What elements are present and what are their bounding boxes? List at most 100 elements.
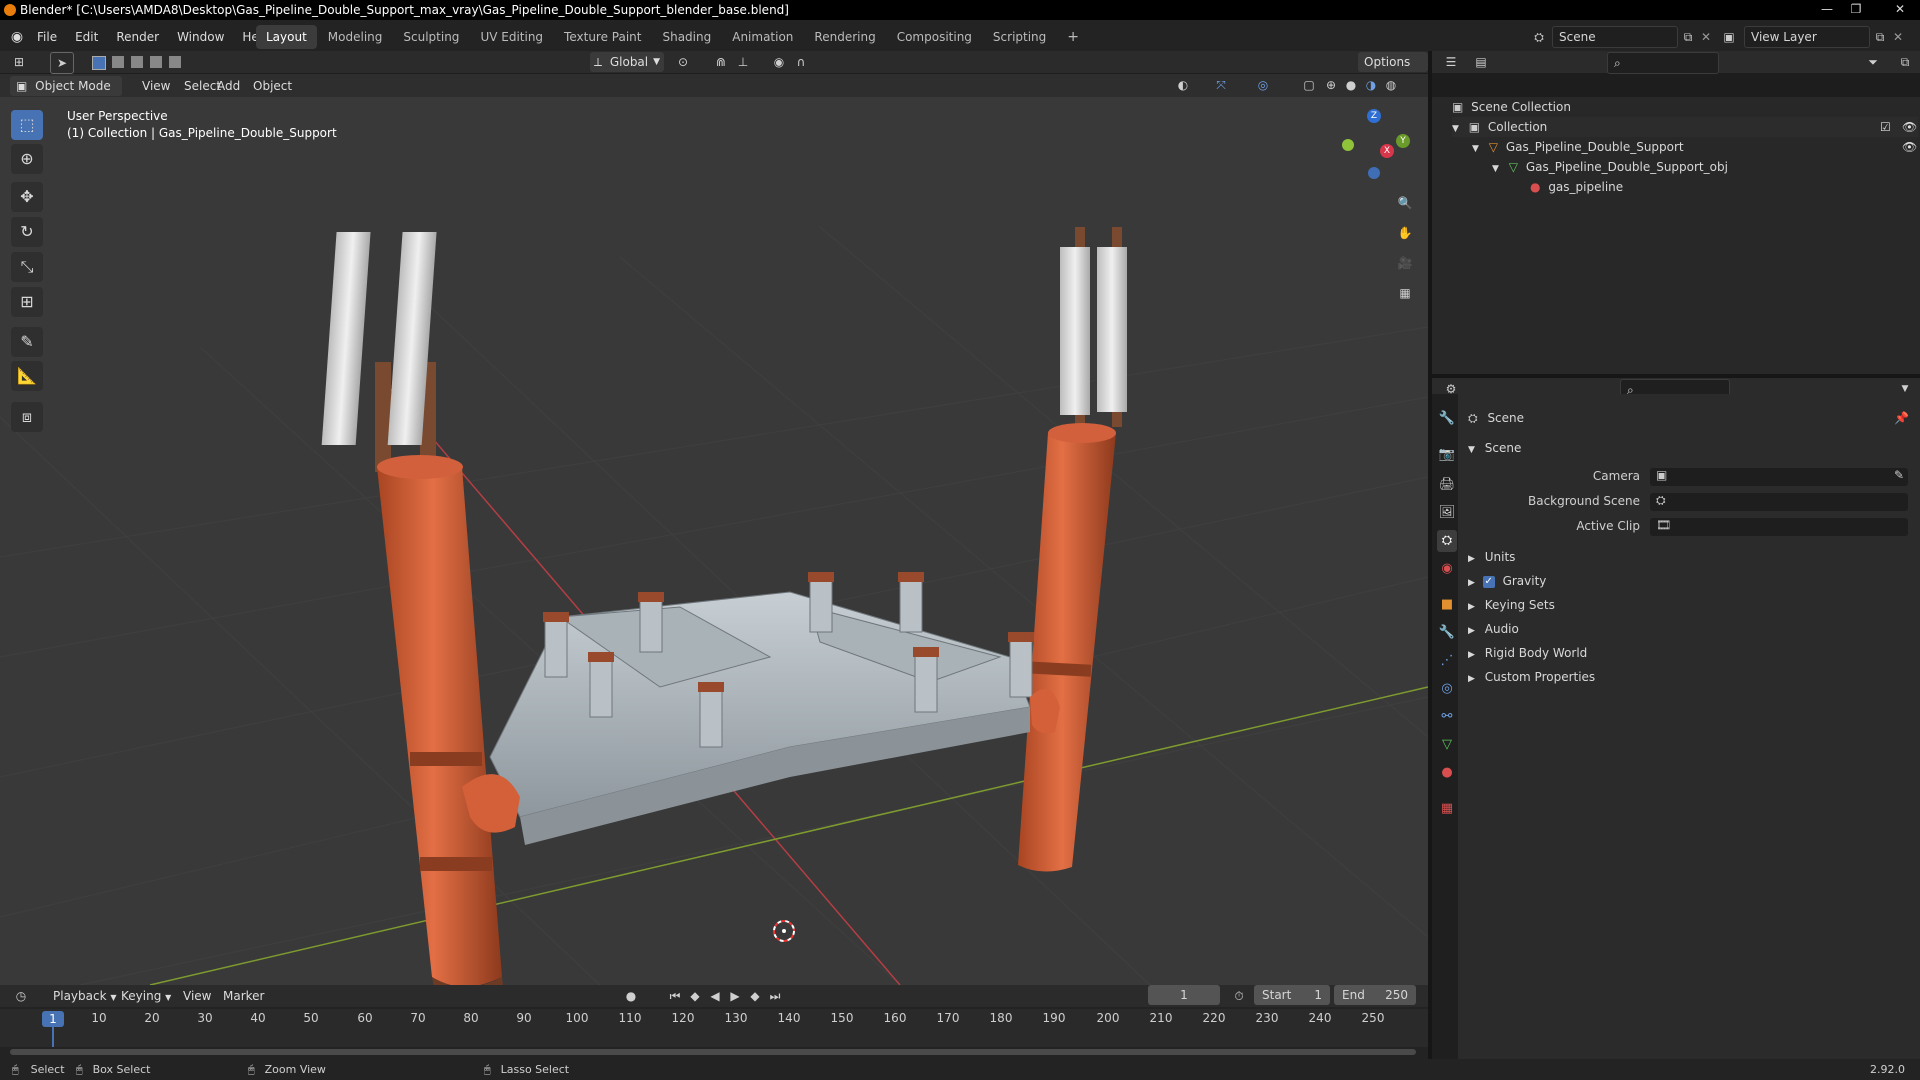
panel-units[interactable]: ▶ Units: [1468, 547, 1916, 567]
rendered-shading-icon[interactable]: ◍: [1380, 75, 1402, 95]
select-mode-subtract-icon[interactable]: [131, 56, 143, 68]
camera-view-icon[interactable]: 🎥: [1394, 253, 1416, 273]
select-mode-new-icon[interactable]: [92, 56, 106, 70]
view-layer-field[interactable]: View Layer: [1744, 26, 1870, 48]
filter-icon[interactable]: ⏷: [1862, 52, 1884, 72]
timeline-menu-marker[interactable]: Marker: [214, 984, 273, 1008]
tab-shading[interactable]: Shading: [652, 25, 721, 49]
snap-icon[interactable]: ⋒: [710, 52, 732, 72]
tab-particles-icon[interactable]: ⋰: [1437, 650, 1457, 672]
pin-icon[interactable]: 📌: [1894, 408, 1909, 428]
select-mode-extend-icon[interactable]: [112, 56, 124, 68]
panel-scene-header[interactable]: ▼ Scene: [1468, 438, 1916, 458]
gizmo-toggle-icon[interactable]: ⤧: [1210, 75, 1232, 95]
cursor-tool[interactable]: ⊕: [11, 144, 43, 174]
snap-target-icon[interactable]: ⊥: [732, 52, 754, 72]
wireframe-shading-icon[interactable]: ⊕: [1320, 75, 1342, 95]
xray-icon[interactable]: ▢: [1298, 75, 1320, 95]
tab-world-icon[interactable]: ◉: [1437, 558, 1457, 580]
maximize-button[interactable]: ❐: [1843, 0, 1869, 20]
select-mode-intersect-icon[interactable]: [169, 56, 181, 68]
mode-dropdown[interactable]: ▣ Object Mode ▼: [10, 76, 122, 111]
tab-uv-editing[interactable]: UV Editing: [470, 25, 553, 49]
zoom-view-icon[interactable]: 🔍: [1394, 193, 1416, 213]
tree-row-scene-collection[interactable]: ▣ Scene Collection: [1452, 97, 1571, 117]
transform-tool[interactable]: ⊞: [11, 287, 43, 317]
proportional-edit-icon[interactable]: ◉: [768, 52, 790, 72]
select-tool-icon[interactable]: ➤: [50, 52, 74, 74]
menu-render[interactable]: Render: [107, 25, 168, 49]
gizmo-z-axis[interactable]: Z: [1367, 109, 1381, 123]
delete-view-layer-icon[interactable]: ✕: [1890, 30, 1906, 44]
annotate-tool[interactable]: ✎: [11, 327, 43, 357]
panel-rigid-body-world[interactable]: ▶ Rigid Body World: [1468, 643, 1916, 663]
add-cube-tool[interactable]: ⧈: [11, 402, 43, 432]
tree-row-collection[interactable]: ▼ ▣ Collection ☑ 👁: [1452, 117, 1918, 137]
overlay-toggle-icon[interactable]: ◎: [1252, 75, 1274, 95]
viewport-menu-view[interactable]: View: [133, 74, 179, 98]
viewport-menu-object[interactable]: Object: [244, 74, 301, 98]
tree-row-gas-pipeline-material[interactable]: ● gas_pipeline: [1530, 177, 1623, 197]
jump-start-icon[interactable]: ⏮: [664, 986, 686, 1006]
panel-gravity[interactable]: ▶ ✓ Gravity: [1468, 571, 1916, 591]
start-frame-field[interactable]: Start 1: [1254, 985, 1330, 1005]
options-dropdown[interactable]: Options ▼: [1358, 52, 1428, 89]
end-frame-field[interactable]: End 250: [1334, 985, 1416, 1005]
tab-data-icon[interactable]: ▽: [1437, 734, 1457, 756]
outliner-editor-icon[interactable]: ☰: [1440, 52, 1462, 72]
tree-row-gas-pipeline-support[interactable]: ▼ ▽ Gas_Pipeline_Double_Support 👁: [1472, 137, 1918, 157]
tab-modeling[interactable]: Modeling: [318, 25, 393, 49]
tab-object-icon[interactable]: ■: [1437, 594, 1457, 616]
tab-constraints-icon[interactable]: ⚯: [1437, 706, 1457, 728]
panel-custom-properties[interactable]: ▶ Custom Properties: [1468, 667, 1916, 687]
tab-render-icon[interactable]: 📷: [1437, 444, 1457, 466]
proportional-falloff-icon[interactable]: ∩: [790, 52, 812, 72]
eyedropper-icon[interactable]: ✎: [1894, 468, 1904, 482]
menu-edit[interactable]: Edit: [66, 25, 107, 49]
tab-material-icon[interactable]: ●: [1437, 762, 1457, 784]
tab-output-icon[interactable]: 🖨: [1437, 474, 1457, 496]
expand-arrow-icon[interactable]: ▼: [1452, 124, 1459, 134]
close-button[interactable]: ✕: [1882, 0, 1918, 20]
preview-range-icon[interactable]: ⏱: [1228, 986, 1250, 1006]
current-frame-field[interactable]: 1: [1148, 985, 1220, 1005]
gravity-checkbox[interactable]: ✓: [1482, 575, 1495, 588]
scene-icon[interactable]: ⛭: [1526, 30, 1552, 45]
select-mode-invert-icon[interactable]: [150, 56, 162, 68]
tab-sculpting[interactable]: Sculpting: [393, 25, 469, 49]
eye-icon[interactable]: 👁: [1902, 117, 1917, 137]
move-tool[interactable]: ✥: [11, 182, 43, 212]
gizmo-x-axis[interactable]: X: [1380, 144, 1394, 158]
play-reverse-icon[interactable]: ◀: [704, 986, 726, 1006]
tab-rendering[interactable]: Rendering: [804, 25, 885, 49]
transform-orientation-dropdown[interactable]: ⟂ Global ▼: [590, 52, 664, 72]
pivot-point-icon[interactable]: ⊙: [672, 52, 694, 72]
tab-texture-paint[interactable]: Texture Paint: [554, 25, 651, 49]
timeline-menu-keying[interactable]: Keying ▼: [112, 984, 180, 1008]
gizmo-neg-z[interactable]: [1368, 167, 1380, 179]
tab-view-layer-icon[interactable]: 🖼: [1437, 502, 1457, 524]
measure-tool[interactable]: 📐: [11, 361, 43, 391]
playhead[interactable]: 1: [42, 1011, 64, 1027]
new-scene-icon[interactable]: ⧉: [1678, 30, 1698, 45]
expand-arrow-icon[interactable]: ▼: [1472, 144, 1479, 154]
ortho-toggle-icon[interactable]: ▦: [1394, 283, 1416, 303]
display-mode-icon[interactable]: ▤: [1470, 52, 1492, 72]
tab-scripting[interactable]: Scripting: [983, 25, 1056, 49]
jump-next-keyframe-icon[interactable]: ◆: [744, 986, 766, 1006]
menu-file[interactable]: File: [28, 25, 66, 49]
jump-end-icon[interactable]: ⏭: [764, 986, 786, 1006]
select-box-tool[interactable]: ⬚: [11, 110, 43, 140]
blender-menu-icon[interactable]: ◉: [6, 29, 28, 45]
tree-row-gas-pipeline-obj[interactable]: ▼ ▽ Gas_Pipeline_Double_Support_obj: [1492, 157, 1728, 177]
tab-physics-icon[interactable]: ◎: [1437, 678, 1457, 700]
material-shading-icon[interactable]: ◑: [1360, 75, 1382, 95]
camera-field[interactable]: ▣ ✎: [1650, 468, 1908, 486]
pan-view-icon[interactable]: ✋: [1394, 223, 1416, 243]
tab-texture-icon[interactable]: ▦: [1437, 798, 1457, 820]
tab-tool-icon[interactable]: 🔧: [1437, 408, 1457, 430]
background-scene-field[interactable]: ⛭: [1650, 493, 1908, 511]
jump-prev-keyframe-icon[interactable]: ◆: [684, 986, 706, 1006]
3d-viewport[interactable]: User Perspective (1) Collection | Gas_Pi…: [0, 97, 1428, 985]
panel-keying-sets[interactable]: ▶ Keying Sets: [1468, 595, 1916, 615]
